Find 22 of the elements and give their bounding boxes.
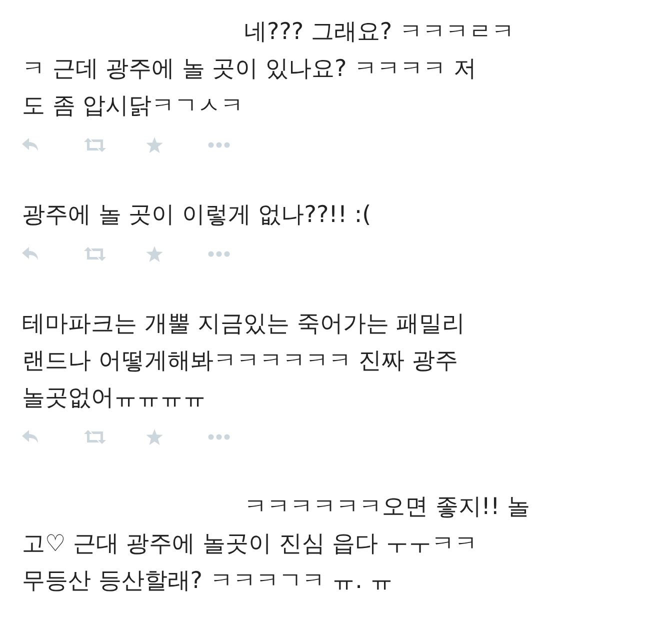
retweet-icon[interactable] [84,247,106,261]
tweet-text: 랜드나 어떻게해봐ㅋㅋㅋㅋㅋㅋ 진짜 광주 [22,347,458,376]
star-icon[interactable] [146,246,163,262]
star-icon[interactable] [146,429,163,445]
tweet-text: 놀곳없어ㅠㅠㅠㅠ [22,384,206,413]
reply-icon[interactable] [22,247,40,261]
retweet-icon[interactable] [84,138,106,152]
more-icon[interactable] [208,251,230,257]
tweet-text: 네??? 그래요? ㅋㅋㅋㄹㅋ [244,18,514,47]
tweet-text: 도 좀 압시닭ㅋㄱㅅㅋ [22,92,244,121]
tweet-text: 고♡ 근대 광주에 놀곳이 진심 읍다 ㅜㅜㅋㅋ [22,530,478,559]
tweet-text: ㅋㅋㅋㅋㅋㅋ오면 좋지!! 놀 [244,493,530,522]
star-icon[interactable] [146,137,163,153]
retweet-icon[interactable] [84,430,106,444]
reply-icon[interactable] [22,138,40,152]
more-icon[interactable] [208,434,230,440]
tweet-text: ㅋ 근데 광주에 놀 곳이 있나요? ㅋㅋㅋㅋ 저 [22,55,476,84]
reply-icon[interactable] [22,430,40,444]
tweet-text: 광주에 놀 곳이 이렇게 없나??!! :( [22,201,372,230]
more-icon[interactable] [208,142,230,148]
tweet-text: 테마파크는 개뿔 지금있는 죽어가는 패밀리 [22,310,466,339]
tweet-text: 무등산 등산할래? ㅋㅋㅋㄱㅋ ㅠ. ㅠ [22,567,393,596]
